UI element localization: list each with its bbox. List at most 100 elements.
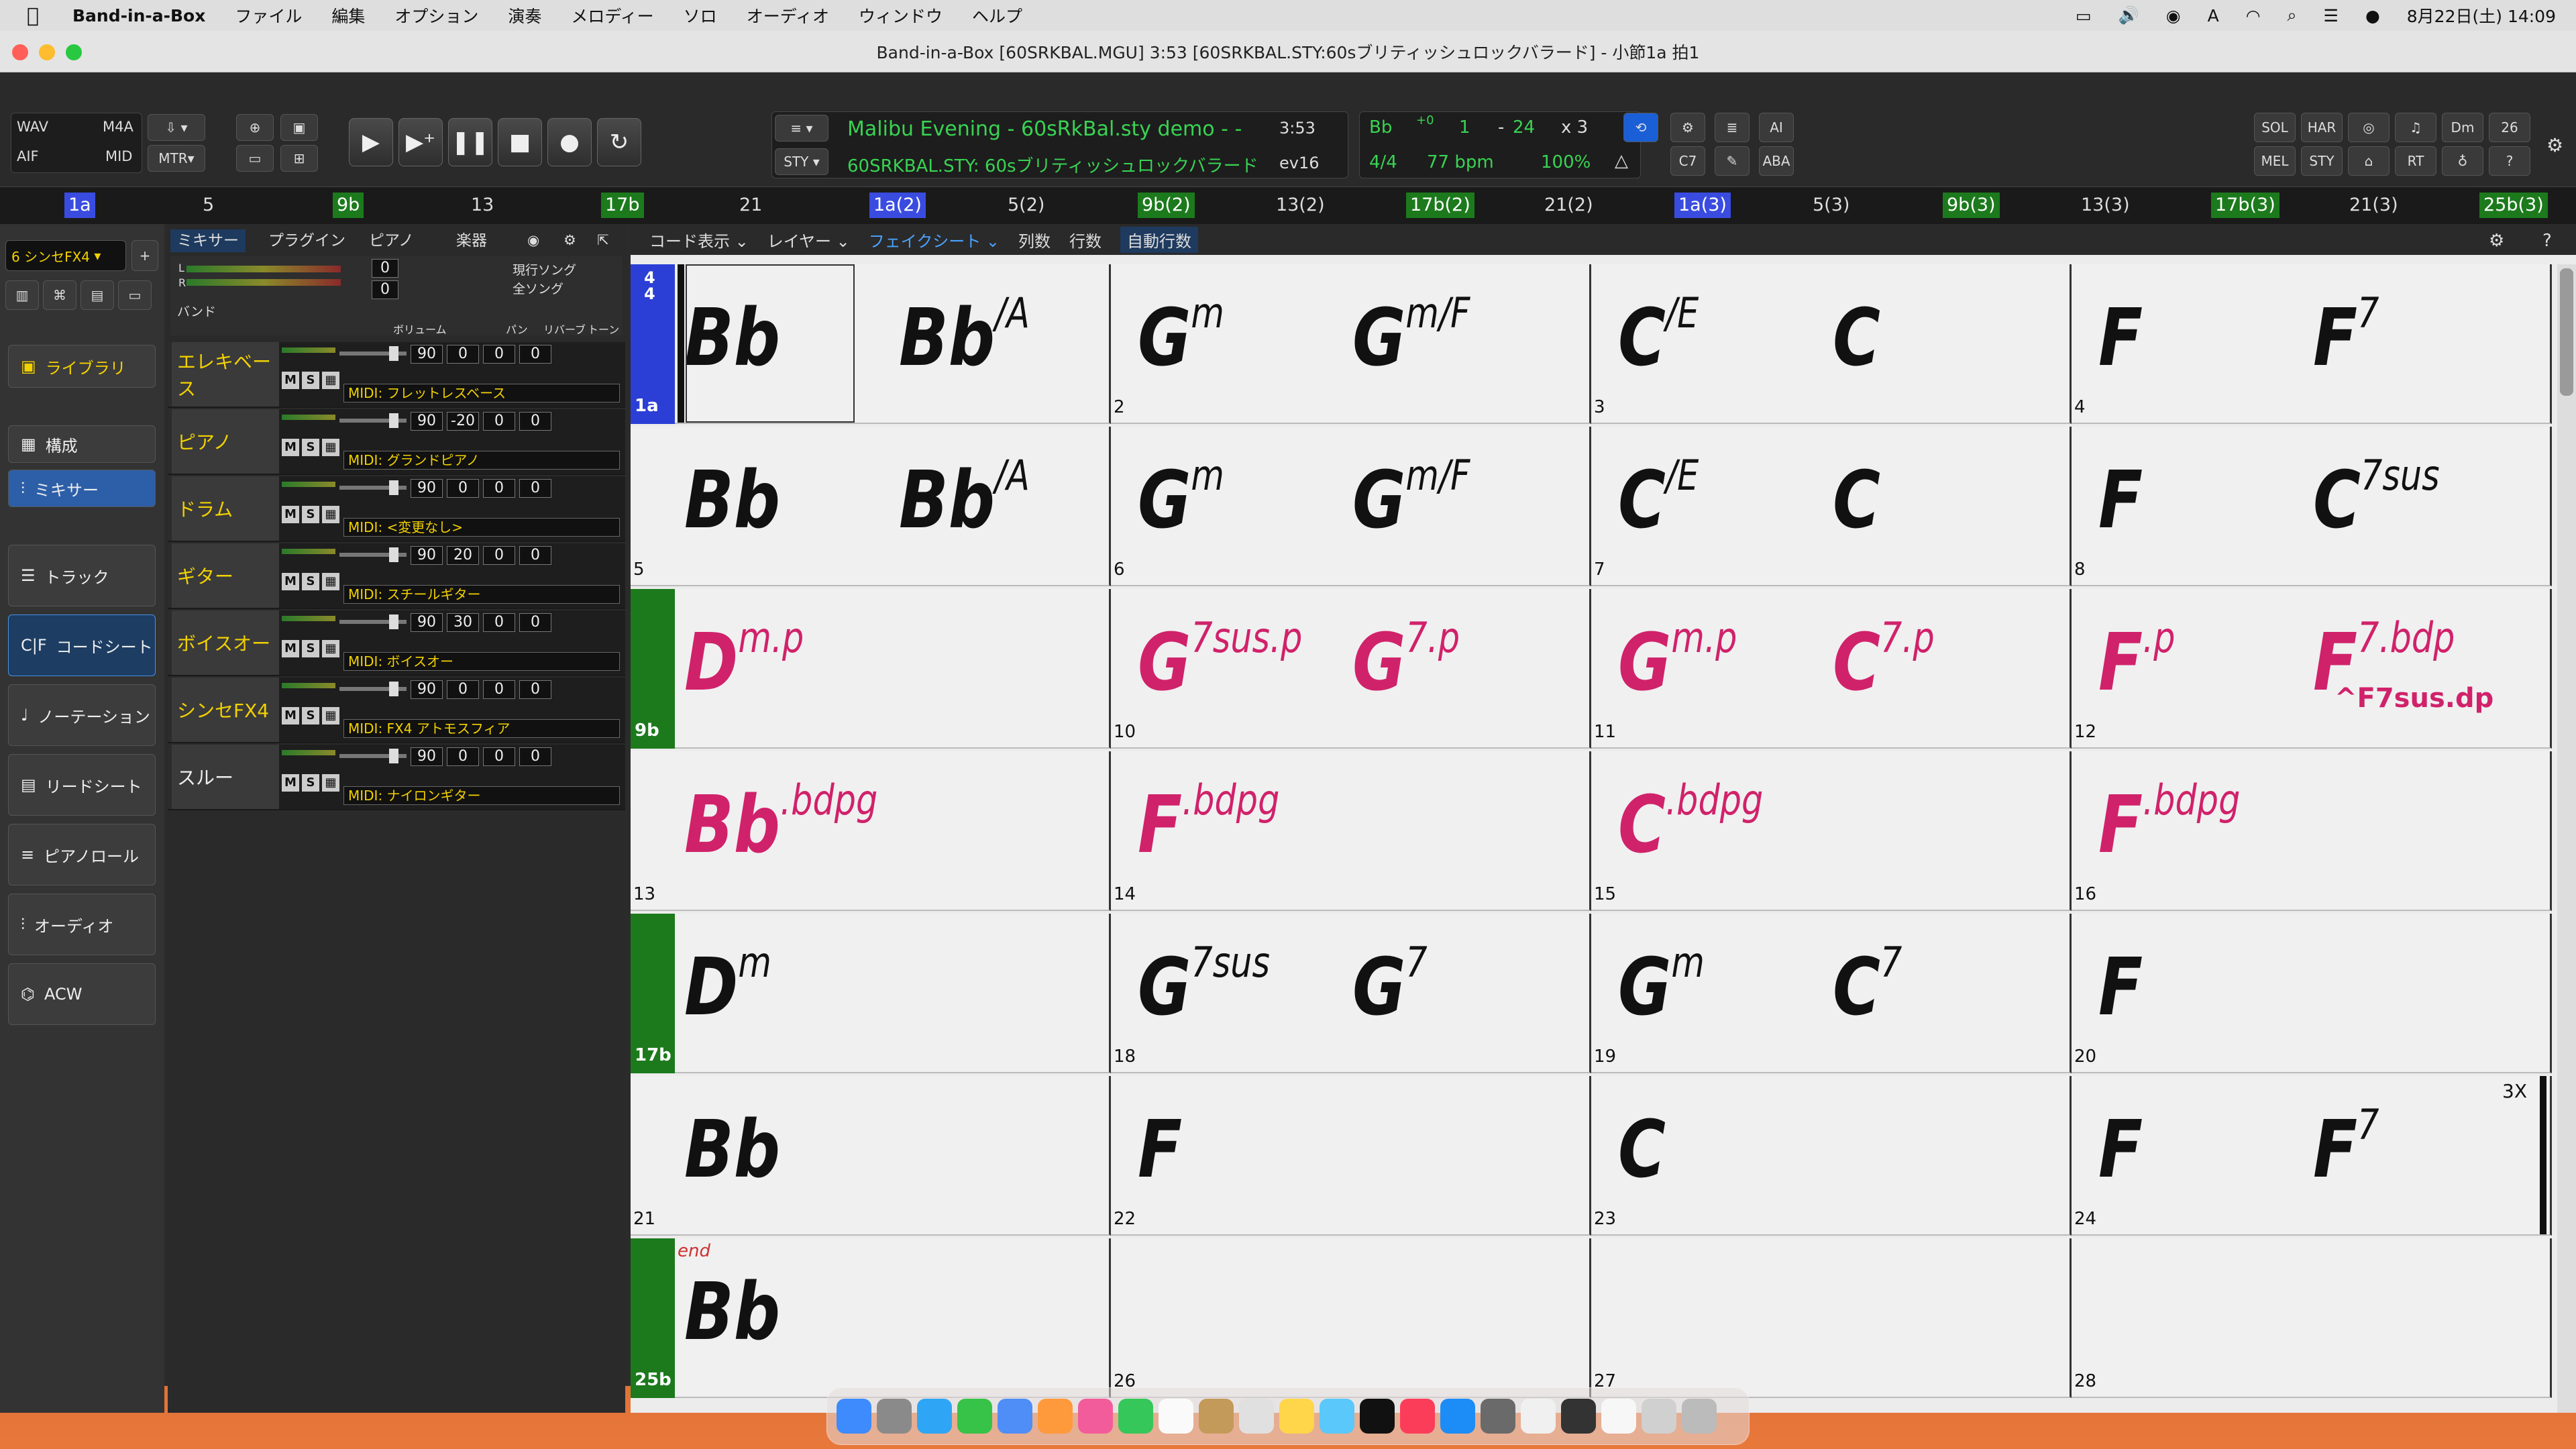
- nav-audio[interactable]: ⫶ オーディオ: [8, 894, 156, 955]
- dock-app-icon[interactable]: [1521, 1399, 1556, 1434]
- ruler-marker[interactable]: 21: [735, 193, 766, 218]
- chord-bar[interactable]: 26: [1111, 1238, 1591, 1398]
- nav-leadsheet[interactable]: ▤ リードシート: [8, 754, 156, 816]
- tone-value[interactable]: 0: [519, 680, 551, 699]
- sheet-header-control[interactable]: 行数: [1069, 228, 1102, 252]
- section-marker[interactable]: 25b: [631, 1238, 675, 1398]
- wav-button[interactable]: WAV: [17, 119, 48, 135]
- chord-bar[interactable]: Bb: [631, 1238, 1111, 1398]
- grace-chord[interactable]: ^F7sus.dp: [2334, 683, 2493, 714]
- timeline-ruler[interactable]: 1a 5 9b 13 17b 21 1a(2) 5(2) 9b(2) 13(2) 17b(2) 21(…: [0, 186, 2576, 224]
- dock-app-icon[interactable]: [1481, 1399, 1515, 1434]
- chord-symbol[interactable]: Bb/A: [899, 292, 1030, 378]
- track-name[interactable]: シンセFX4: [172, 678, 279, 742]
- midi-instrument-select[interactable]: MIDI: FX4 アトモスフィア: [343, 719, 620, 738]
- chord-bar[interactable]: 3 C/E C: [1591, 264, 2072, 424]
- tone-value[interactable]: 0: [519, 345, 551, 364]
- dock-app-icon[interactable]: [998, 1399, 1032, 1434]
- chord-symbol[interactable]: Bb/A: [899, 455, 1030, 540]
- user-icon[interactable]: ◉: [2166, 6, 2181, 25]
- pan-value[interactable]: 0: [447, 747, 479, 766]
- clock[interactable]: 8月22日(土) 14:09: [2407, 3, 2556, 28]
- track-name[interactable]: ギター: [172, 543, 279, 608]
- dock-app-icon[interactable]: [1159, 1399, 1193, 1434]
- tone-value[interactable]: 0: [519, 546, 551, 565]
- freeze-button[interactable]: ▦: [322, 506, 339, 523]
- chord-symbol[interactable]: F: [2098, 298, 2143, 377]
- chord-symbol[interactable]: C/E: [1618, 455, 1699, 540]
- dm-button[interactable]: Dm: [2442, 113, 2483, 142]
- ruler-marker[interactable]: 13(3): [2077, 193, 2134, 218]
- tone-value[interactable]: 0: [519, 613, 551, 632]
- chord-symbol[interactable]: Gm: [1138, 455, 1224, 540]
- vertical-scrollbar[interactable]: [2557, 264, 2576, 1413]
- chord-bar[interactable]: 2 Gm Gm/F: [1111, 264, 1591, 424]
- sol-button[interactable]: SOL: [2254, 113, 2296, 142]
- track-name[interactable]: ドラム: [172, 476, 279, 541]
- chord-bar[interactable]: 6 Gm Gm/F: [1111, 427, 1591, 586]
- pan-value[interactable]: 20: [447, 546, 479, 565]
- track-name[interactable]: ボイスオー: [172, 610, 279, 675]
- solo-button[interactable]: S: [302, 640, 319, 657]
- menu-options[interactable]: オプション: [394, 3, 478, 28]
- volume-slider[interactable]: [339, 682, 407, 696]
- aba-button[interactable]: ABA: [1759, 146, 1794, 176]
- track-name[interactable]: ピアノ: [172, 409, 279, 474]
- ai-button[interactable]: AI: [1759, 113, 1794, 142]
- tools-icon[interactable]: ✎: [1715, 146, 1750, 176]
- all-song-label[interactable]: 全ソング: [513, 279, 564, 297]
- ruler-marker[interactable]: 9b: [333, 193, 364, 218]
- disk-icon[interactable]: ▭: [118, 280, 152, 310]
- sheet-header-control[interactable]: フェイクシート ⌄: [869, 228, 1000, 252]
- ruler-marker[interactable]: 17b(3): [2211, 193, 2279, 218]
- scroll-thumb[interactable]: [2560, 268, 2573, 396]
- nav-acw[interactable]: ⌬ ACW: [8, 963, 156, 1025]
- dock-app-icon[interactable]: [1038, 1399, 1073, 1434]
- har-button[interactable]: HAR: [2301, 113, 2343, 142]
- volume-value[interactable]: 90: [411, 479, 443, 498]
- chord-bar[interactable]: 19 Gm C7: [1591, 914, 2072, 1073]
- nav-pianoroll[interactable]: ≡ ピアノロール: [8, 824, 156, 885]
- mute-button[interactable]: M: [282, 372, 299, 389]
- chord-symbol[interactable]: C7: [1833, 942, 1902, 1027]
- chord-bar[interactable]: 12 F.p F 7.bdp: [2072, 589, 2552, 749]
- sheet-header-control[interactable]: コード表示 ⌄: [649, 228, 749, 252]
- solo-button[interactable]: S: [302, 774, 319, 792]
- ruler-marker[interactable]: 25b(3): [2479, 193, 2548, 218]
- grid-icon[interactable]: ▥: [5, 280, 39, 310]
- volume-value[interactable]: 90: [411, 345, 443, 364]
- chord-symbol[interactable]: Gm/F: [1352, 455, 1470, 540]
- master-r-value[interactable]: 0: [372, 280, 398, 299]
- ruler-marker[interactable]: 21(3): [2345, 193, 2402, 218]
- stop-button[interactable]: ■: [498, 118, 542, 166]
- tone-value[interactable]: 0: [519, 747, 551, 766]
- chord-bar[interactable]: 7 C/E C: [1591, 427, 2072, 586]
- sheet-header-control[interactable]: レイヤー ⌄: [767, 228, 850, 252]
- dock-app-icon[interactable]: [877, 1399, 912, 1434]
- search-icon[interactable]: ⌕: [2288, 5, 2297, 25]
- tab-plugins[interactable]: プラグイン: [262, 229, 352, 252]
- save-tracks-button[interactable]: ⇩ ▾: [148, 114, 205, 141]
- loop-button[interactable]: ↻: [597, 118, 641, 166]
- ruler-marker[interactable]: 1a(2): [869, 193, 926, 218]
- volume-value[interactable]: 90: [411, 747, 443, 766]
- pause-button[interactable]: ❚❚: [448, 118, 492, 166]
- chord-symbol[interactable]: F.bdpg: [2098, 780, 2240, 865]
- chord-symbol[interactable]: Bb: [684, 460, 780, 539]
- record-button[interactable]: ●: [547, 118, 592, 166]
- dock-app-icon[interactable]: [1601, 1399, 1636, 1434]
- chord-symbol[interactable]: F7: [2313, 292, 2379, 378]
- m4a-button[interactable]: M4A: [103, 119, 133, 135]
- reverb-value[interactable]: 0: [483, 479, 515, 498]
- reverb-value[interactable]: 0: [483, 546, 515, 565]
- style-name[interactable]: 60SRKBAL.STY: 60sブリティッシュロックバラード: [847, 152, 1258, 177]
- chord-symbol[interactable]: G7: [1352, 942, 1428, 1027]
- mute-button[interactable]: M: [282, 439, 299, 456]
- volume-slider[interactable]: [339, 413, 407, 428]
- mute-button[interactable]: M: [282, 774, 299, 792]
- dock-app-icon[interactable]: [1279, 1399, 1314, 1434]
- chord-symbol[interactable]: Gm: [1618, 942, 1705, 1027]
- menu-audio[interactable]: オーディオ: [747, 3, 829, 28]
- midi-instrument-select[interactable]: MIDI: フレットレスベース: [343, 384, 620, 402]
- chord-symbol[interactable]: Bb: [684, 1272, 780, 1351]
